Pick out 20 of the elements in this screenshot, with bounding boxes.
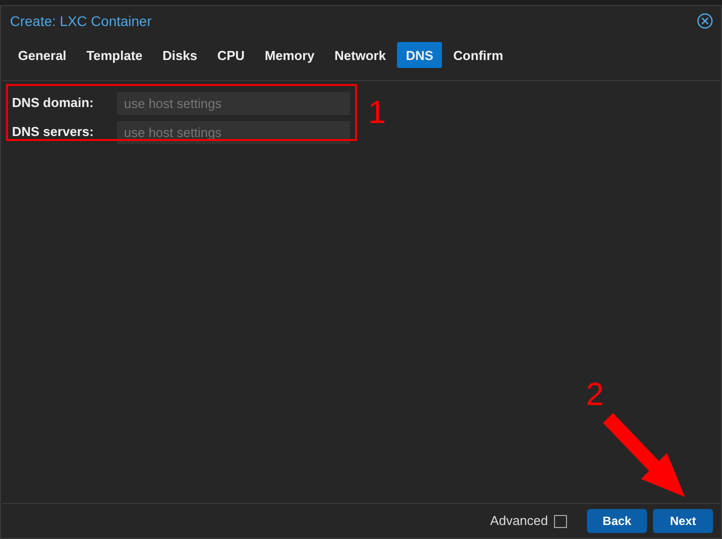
annotation-number: 1 <box>368 96 386 128</box>
tab[interactable]: DNS <box>396 42 442 68</box>
next-button[interactable]: Next <box>653 509 713 533</box>
tab[interactable]: General <box>9 42 76 68</box>
back-button[interactable]: Back <box>587 509 647 533</box>
tab[interactable]: CPU <box>208 42 254 68</box>
tab[interactable]: Template <box>77 42 152 68</box>
annotation-number: 2 <box>586 378 604 410</box>
field-label: DNS servers: <box>12 123 95 142</box>
tab[interactable]: Memory <box>256 42 324 68</box>
tab[interactable]: Confirm <box>444 42 512 68</box>
close-icon[interactable] <box>697 13 713 29</box>
field-label: DNS domain: <box>12 94 95 112</box>
checkbox[interactable] <box>554 514 567 528</box>
checkbox-label: Advanced <box>490 512 548 530</box>
input-field[interactable]: use host settings <box>117 120 350 144</box>
input-field[interactable]: use host settings <box>117 92 350 114</box>
tab[interactable]: Disks <box>154 42 206 68</box>
tab[interactable]: Network <box>326 42 395 68</box>
window-title: Create: LXC Container <box>10 12 152 30</box>
